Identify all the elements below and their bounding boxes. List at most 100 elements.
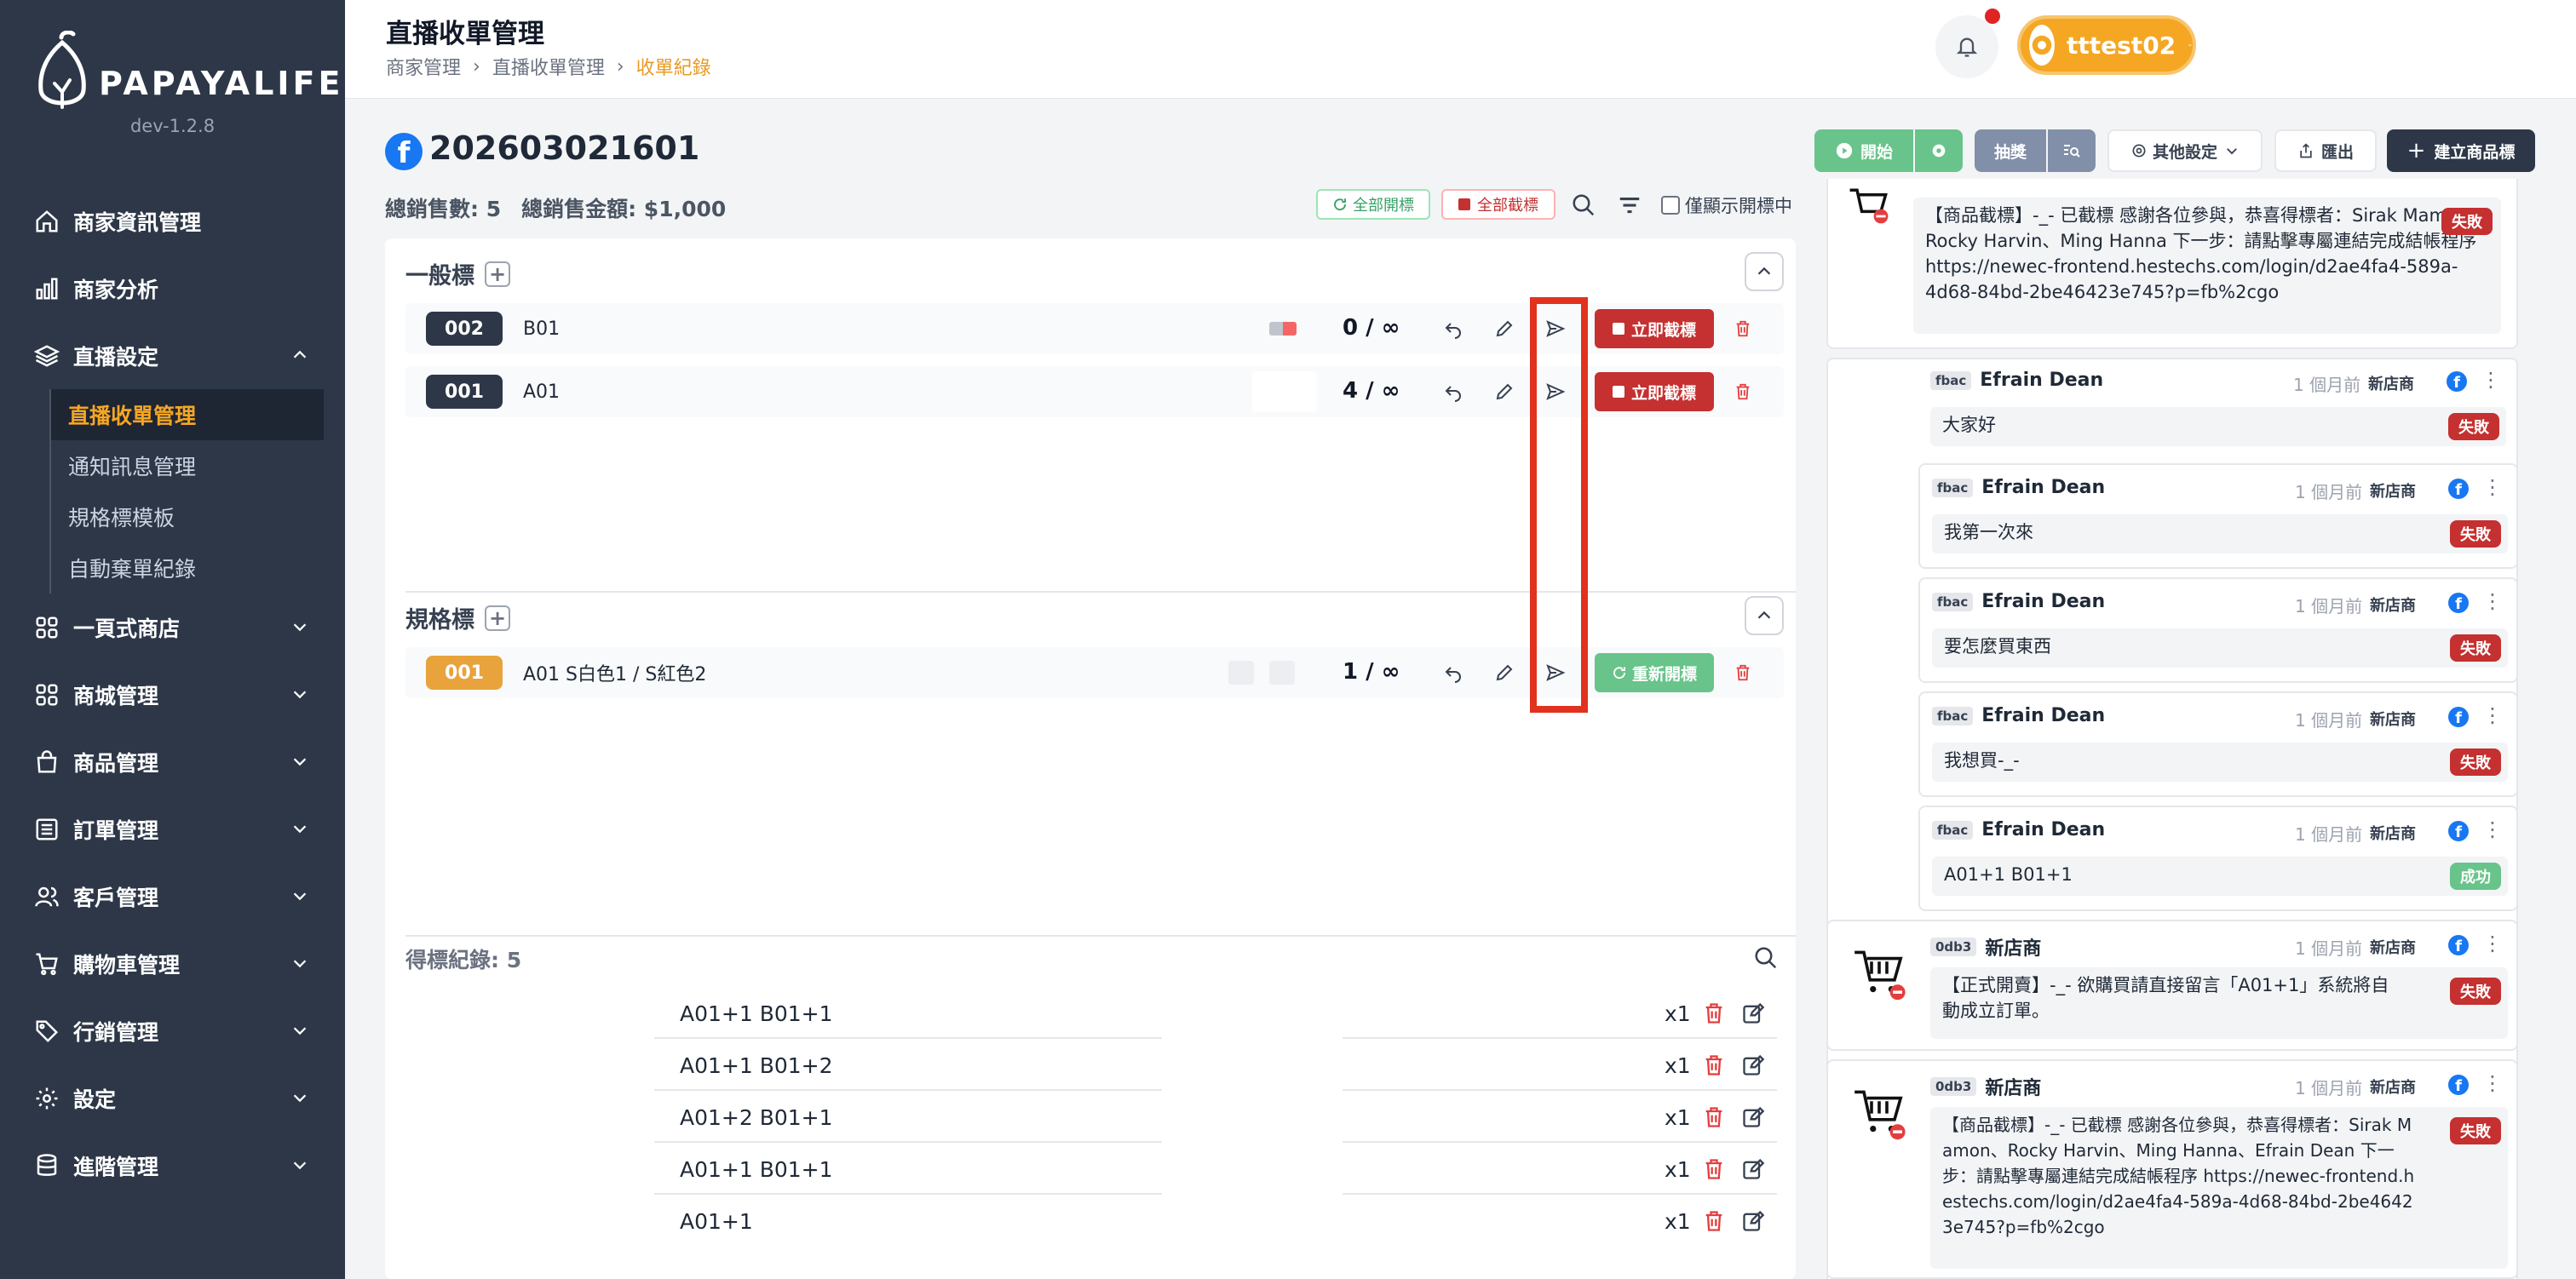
sidebar-item-merchant-info[interactable]: 商家資訊管理 [0,187,345,255]
edit-icon[interactable] [1741,1053,1765,1077]
live-settings-submenu: 直播收單管理 通知訊息管理 規格標模板 自動棄單紀錄 [49,389,345,594]
sidebar-item-label: 直播設定 [73,344,159,370]
search-icon[interactable] [1753,945,1779,971]
record-text: A01+1 [680,1208,753,1234]
trash-icon[interactable] [1702,1105,1726,1129]
general-section-title: 一般標 [405,263,474,290]
facebook-icon: f [2448,479,2469,499]
delete-button[interactable] [1729,315,1757,342]
checkbox[interactable] [1661,196,1680,215]
more-options-icon[interactable]: ⋮ [2482,1071,2503,1097]
sidebar-subitem-notifications[interactable]: 通知訊息管理 [51,440,345,491]
author-name: Efrain Dean [1981,705,2106,726]
more-options-icon[interactable]: ⋮ [2481,368,2501,393]
close-all-button[interactable]: 全部截標 [1441,189,1555,220]
sidebar-subitem-spec-templates[interactable]: 規格標模板 [51,491,345,542]
edit-icon[interactable] [1741,1157,1765,1181]
record-qty: x1 [1665,1104,1691,1130]
sidebar-item-one-page-shop[interactable]: 一頁式商店 [0,594,345,661]
more-options-icon[interactable]: ⋮ [2482,475,2503,501]
delete-button[interactable] [1729,659,1757,686]
chevron-down-icon [293,1094,307,1103]
sidebar-item-marketing[interactable]: 行銷管理 [0,997,345,1064]
chat-bubble: 【正式開賣】-_- 欲購買請直接留言「A01+1」系統將自動成立訂單。 [1930,967,2508,1039]
close-now-button[interactable]: 立即截標 [1595,372,1714,411]
sidebar-item-mall[interactable]: 商城管理 [0,661,345,728]
export-button[interactable]: 匯出 [2274,129,2377,172]
platform-tag: 0db3 [1930,938,1977,956]
edit-icon[interactable] [1741,1001,1765,1025]
start-settings-button[interactable] [1915,129,1963,172]
brand-logo[interactable]: PAPAYALIFE [36,31,343,116]
sidebar-item-orders[interactable]: 訂單管理 [0,795,345,863]
row-code-badge: 002 [426,312,503,346]
lottery-button[interactable]: 抽獎 [1975,129,2046,172]
chevron-down-icon [2227,148,2237,155]
reopen-button[interactable]: 重新開標 [1595,653,1714,692]
edit-button[interactable] [1491,315,1518,342]
delete-button[interactable] [1729,378,1757,405]
chat-bubble: 【商品截標】-_- 已截標 感謝各位參與，恭喜得標者：Sirak Mamon、R… [1913,198,2501,334]
sidebar-item-label: 訂單管理 [73,817,159,843]
close-now-button[interactable]: 立即截標 [1595,309,1714,348]
status-badge: 失敗 [2441,208,2493,235]
trash-icon [1736,320,1750,337]
trash-icon[interactable] [1702,1157,1726,1181]
edit-button[interactable] [1491,659,1518,686]
edit-button[interactable] [1491,378,1518,405]
color-swatch-icon [1269,322,1297,336]
breadcrumb-item[interactable]: 直播收單管理 [492,53,605,80]
add-general-button[interactable]: + [485,261,510,287]
undo-button[interactable] [1440,378,1467,405]
more-options-icon[interactable]: ⋮ [2482,932,2503,957]
lottery-list-button[interactable] [2048,129,2096,172]
collapse-spec-button[interactable] [1745,596,1784,635]
trash-icon[interactable] [1702,1001,1726,1025]
trash-icon[interactable] [1702,1053,1726,1077]
chat-feed[interactable]: 【商品截標】-_- 已截標 感謝各位參與，恭喜得標者：Sirak Mamon、R… [1823,179,2521,1279]
platform-tag: fbac [1932,820,1974,840]
sidebar-item-advanced[interactable]: 進階管理 [0,1132,345,1199]
winning-record-row: A01+1 B01+2 x1 [654,1040,1777,1091]
start-label: 開始 [1860,142,1893,162]
sidebar-item-live-settings[interactable]: 直播設定 [0,322,345,389]
sidebar-item-analytics[interactable]: 商家分析 [0,255,345,322]
start-button[interactable]: 開始 [1814,129,1913,172]
only-open-filter[interactable]: 僅顯示開標中 [1661,192,1792,218]
sidebar-item-products[interactable]: 商品管理 [0,728,345,795]
edit-icon[interactable] [1741,1105,1765,1129]
chat-author: fbac Efrain Dean [1930,370,2103,391]
collapse-general-button[interactable] [1745,252,1784,291]
notification-button[interactable] [1935,15,1998,78]
more-options-icon[interactable]: ⋮ [2482,589,2503,615]
more-options-icon[interactable]: ⋮ [2482,703,2503,729]
more-options-icon[interactable]: ⋮ [2482,817,2503,843]
trash-icon[interactable] [1702,1209,1726,1233]
edit-icon[interactable] [1741,1209,1765,1233]
user-menu-button[interactable]: tttest02 [2017,15,2196,75]
chat-reply: fbac Efrain Dean 1 個月前 新店商 f ⋮ 要怎麼買東西 失敗 [1918,577,2518,683]
facebook-icon: f [2447,371,2467,392]
facebook-icon: f [385,133,423,170]
sidebar-item-settings[interactable]: 設定 [0,1064,345,1132]
open-all-button[interactable]: 全部開標 [1316,189,1430,220]
undo-button[interactable] [1440,315,1467,342]
chevron-down-icon [293,960,307,968]
sidebar-subitem-abandoned[interactable]: 自動棄單紀錄 [51,542,345,594]
sidebar-subitem-live-orders[interactable]: 直播收單管理 [51,389,324,440]
create-product-button[interactable]: + 建立商品標 [2387,129,2535,172]
sidebar-item-cart[interactable]: 購物車管理 [0,930,345,997]
sidebar-item-customers[interactable]: 客戶管理 [0,863,345,930]
spec-swatch-icon [1269,661,1295,685]
other-settings-button[interactable]: 其他設定 [2107,129,2263,172]
search-icon[interactable] [1571,192,1596,218]
gear-icon [2132,144,2146,158]
row-divider [1343,1037,1777,1039]
add-spec-button[interactable]: + [485,605,510,631]
facebook-icon: f [2448,821,2469,841]
undo-button[interactable] [1440,659,1467,686]
send-column-highlight [1530,297,1588,713]
breadcrumb-item[interactable]: 商家管理 [386,53,461,80]
filter-icon[interactable] [1617,192,1642,218]
sidebar-item-label: 客戶管理 [73,885,159,910]
